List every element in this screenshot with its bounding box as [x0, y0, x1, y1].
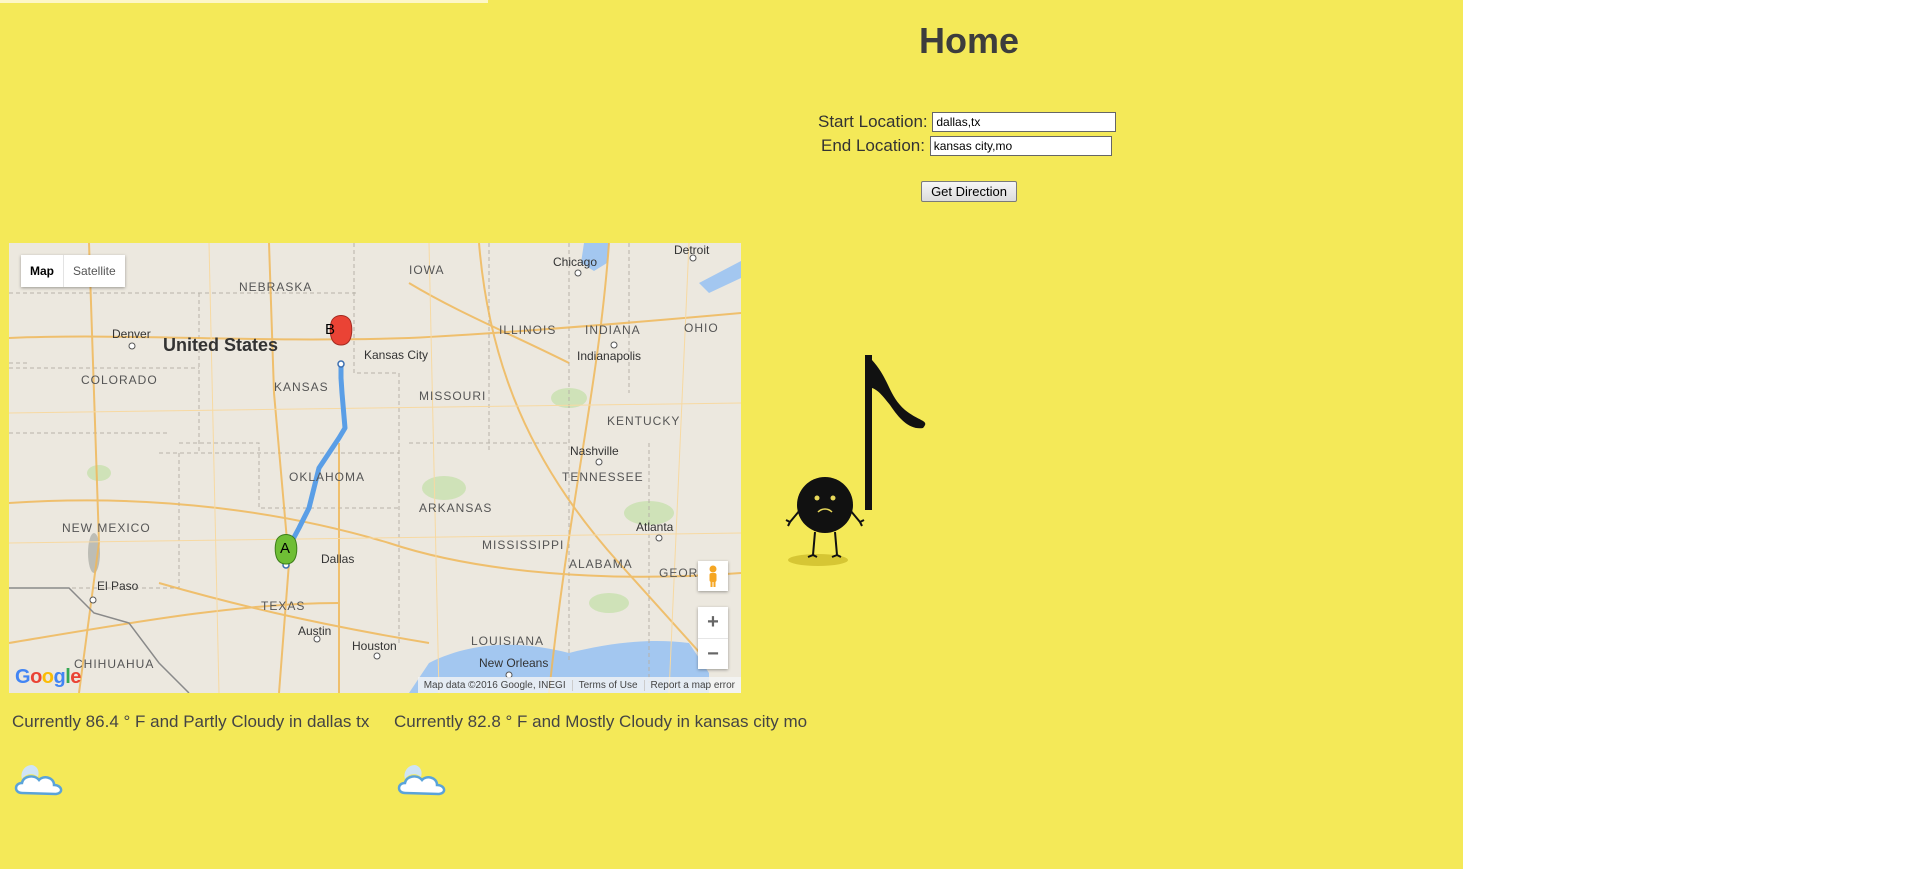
state-label: ARKANSAS [419, 501, 493, 515]
marker-b-label: B [325, 321, 336, 338]
zoom-out-button[interactable]: − [698, 639, 728, 670]
city-label: Kansas City [364, 348, 429, 362]
partly-cloudy-night-icon [14, 765, 63, 796]
state-label: NEW MEXICO [62, 521, 151, 535]
state-label: ALABAMA [569, 557, 633, 571]
terms-of-use-link[interactable]: Terms of Use [571, 679, 644, 691]
state-label: ILLINOIS [499, 323, 557, 337]
get-direction-button[interactable]: Get Direction [921, 181, 1017, 202]
end-location-row: End Location: [821, 135, 1112, 156]
city-label: Detroit [674, 243, 710, 257]
music-note-illustration [785, 355, 926, 566]
map-type-control: Map Satellite [21, 255, 125, 287]
city-label: New Orleans [479, 656, 549, 670]
map-type-map-button[interactable]: Map [21, 255, 64, 287]
state-label: KENTUCKY [607, 414, 681, 428]
page-title: Home [918, 20, 1020, 61]
state-label: CHIHUAHUA [74, 657, 155, 671]
state-label: KANSAS [274, 380, 329, 394]
start-location-label: Start Location: [818, 111, 928, 131]
city-label: Chicago [553, 255, 598, 269]
state-label: OHIO [684, 321, 719, 335]
top-strip [0, 0, 488, 3]
marker-a-label: A [280, 540, 291, 557]
start-location-row: Start Location: [818, 111, 1117, 132]
state-label: INDIANA [585, 323, 641, 337]
state-label: LOUISIANA [471, 634, 545, 648]
state-label: MISSOURI [419, 389, 487, 403]
weather-kansas-city-text: Currently 82.8 ° F and Mostly Cloudy in … [394, 712, 808, 731]
city-label: Nashville [570, 444, 619, 458]
city-label: Houston [352, 639, 397, 653]
state-label: MISSISSIPPI [482, 538, 565, 552]
end-location-label: End Location: [821, 135, 925, 155]
report-map-error-link[interactable]: Report a map error [643, 679, 741, 691]
map-attribution: Map data ©2016 Google, INEGI Terms of Us… [417, 677, 741, 693]
map-type-satellite-button[interactable]: Satellite [64, 255, 125, 287]
city-label: El Paso [97, 579, 139, 593]
map-base [9, 243, 741, 693]
state-label: TEXAS [261, 599, 306, 613]
street-view-button[interactable] [698, 561, 728, 591]
city-label: Indianapolis [577, 349, 642, 363]
city-label: Austin [298, 624, 332, 638]
page-body: Home Start Location: End Location: Get D… [0, 0, 1463, 869]
weather-dallas-text: Currently 86.4 ° F and Partly Cloudy in … [12, 712, 370, 731]
state-label: NEBRASKA [239, 280, 313, 294]
start-location-input[interactable] [932, 111, 1117, 132]
city-label: Atlanta [636, 520, 674, 534]
google-logo[interactable]: Google [15, 666, 81, 689]
partly-cloudy-night-icon [397, 765, 446, 796]
pegman-icon [709, 565, 717, 587]
country-label: United States [163, 335, 279, 355]
state-label: TENNESSEE [562, 470, 644, 484]
state-label: IOWA [409, 263, 445, 277]
map-data-credit: Map data ©2016 Google, INEGI [423, 679, 566, 691]
route-map[interactable]: B A United States NEBRASKA IOWA ILLINOIS… [9, 243, 741, 693]
city-label: Dallas [321, 552, 355, 566]
state-label: COLORADO [81, 373, 158, 387]
zoom-control: + − [698, 607, 728, 669]
city-label: Denver [112, 327, 151, 341]
zoom-in-button[interactable]: + [698, 607, 728, 639]
end-location-input[interactable] [929, 135, 1112, 156]
state-label: OKLAHOMA [289, 470, 366, 484]
